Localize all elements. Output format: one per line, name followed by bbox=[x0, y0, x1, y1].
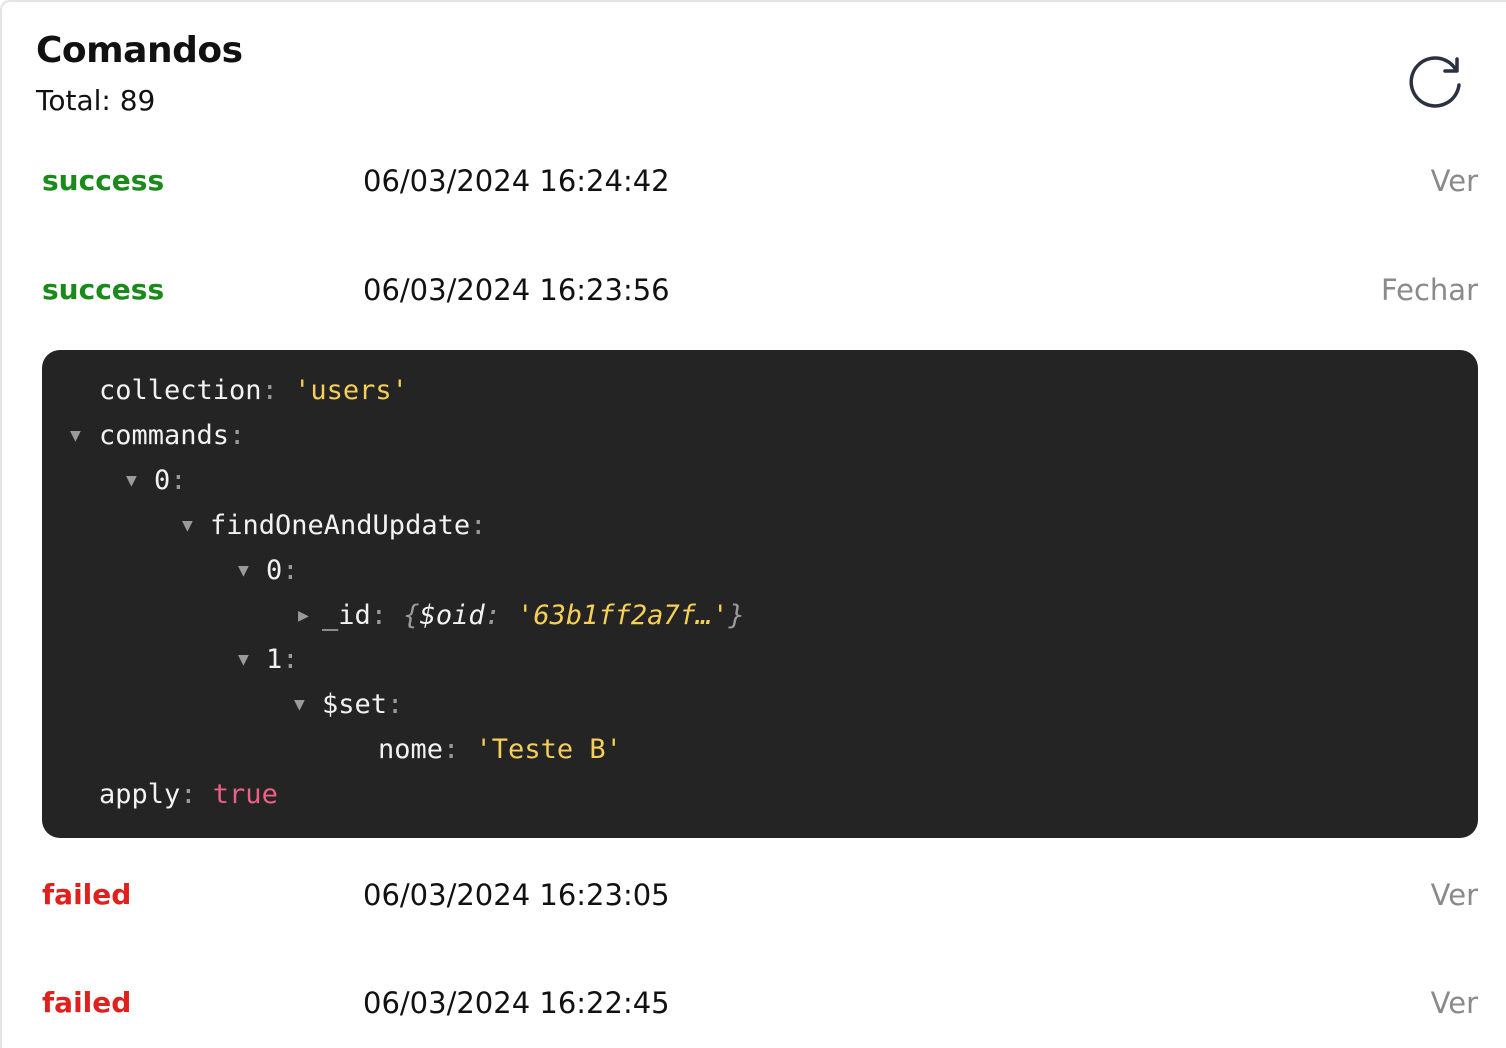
json-line-collection: collection: 'users' bbox=[99, 375, 408, 406]
json-key: 0 bbox=[266, 555, 283, 586]
timestamp: 06/03/2024 16:24:42 bbox=[363, 164, 670, 198]
json-line-nome: nome: 'Teste B' bbox=[378, 734, 622, 765]
json-line-set: $set: bbox=[322, 689, 404, 720]
json-line-find: findOneAndUpdate: bbox=[210, 510, 487, 541]
json-viewer: collection: 'users' ▼ commands: ▼ 0: ▼ f… bbox=[42, 350, 1478, 838]
json-key: 1 bbox=[266, 644, 283, 675]
expand-toggle-icon[interactable]: ▼ bbox=[238, 642, 249, 678]
expand-toggle-icon[interactable]: ▼ bbox=[294, 687, 305, 723]
json-line-index: 0: bbox=[266, 555, 299, 586]
json-line-index: 1: bbox=[266, 644, 299, 675]
status-label: success bbox=[42, 164, 165, 197]
list-item: failed 06/03/2024 16:23:05 Ver bbox=[42, 878, 1478, 938]
json-line-commands: commands: bbox=[99, 420, 246, 451]
expand-toggle-icon[interactable]: ▼ bbox=[182, 508, 193, 544]
json-bool-value: true bbox=[212, 779, 278, 810]
total-count: Total: 89 bbox=[36, 84, 156, 117]
list-item: success 06/03/2024 16:23:56 Fechar bbox=[42, 273, 1478, 333]
json-key: $set bbox=[322, 689, 388, 720]
collapse-toggle-icon[interactable]: ▶ bbox=[298, 598, 309, 634]
json-key: nome bbox=[378, 734, 444, 765]
json-string-value: '63b1ff2a7f…' bbox=[517, 600, 729, 631]
json-key: 0 bbox=[154, 465, 171, 496]
timestamp: 06/03/2024 16:23:05 bbox=[363, 878, 670, 912]
expand-toggle-icon[interactable]: ▼ bbox=[70, 418, 81, 454]
status-label: failed bbox=[42, 986, 132, 1019]
json-brace: { bbox=[403, 600, 420, 631]
commands-panel: Comandos Total: 89 success 06/03/2024 16… bbox=[0, 0, 1506, 1048]
json-key: commands bbox=[99, 420, 230, 451]
json-string-value: 'Teste B' bbox=[475, 734, 622, 765]
json-line-apply: apply: true bbox=[99, 779, 278, 810]
timestamp: 06/03/2024 16:23:56 bbox=[363, 273, 670, 307]
view-button[interactable]: Ver bbox=[1431, 878, 1478, 912]
json-preview-key: $oid bbox=[419, 600, 485, 631]
expand-toggle-icon[interactable]: ▼ bbox=[126, 463, 137, 499]
view-button[interactable]: Ver bbox=[1431, 164, 1478, 198]
view-button[interactable]: Ver bbox=[1431, 986, 1478, 1020]
json-key: findOneAndUpdate bbox=[210, 510, 471, 541]
expand-toggle-icon[interactable]: ▼ bbox=[238, 553, 249, 589]
page-title: Comandos bbox=[36, 30, 243, 71]
list-item: failed 06/03/2024 16:22:45 Ver bbox=[42, 986, 1478, 1046]
json-line-index: 0: bbox=[154, 465, 187, 496]
json-key: collection bbox=[99, 375, 262, 406]
json-key: _id bbox=[322, 600, 371, 631]
json-line-id: _id: {$oid: '63b1ff2a7f…'} bbox=[322, 600, 745, 631]
list-item: success 06/03/2024 16:24:42 Ver bbox=[42, 164, 1478, 224]
close-button[interactable]: Fechar bbox=[1381, 273, 1478, 307]
json-key: apply bbox=[99, 779, 181, 810]
status-label: failed bbox=[42, 878, 132, 911]
timestamp: 06/03/2024 16:22:45 bbox=[363, 986, 670, 1020]
json-string-value: 'users' bbox=[294, 375, 408, 406]
status-label: success bbox=[42, 273, 165, 306]
json-brace: } bbox=[728, 600, 745, 631]
refresh-icon[interactable] bbox=[1404, 48, 1466, 110]
